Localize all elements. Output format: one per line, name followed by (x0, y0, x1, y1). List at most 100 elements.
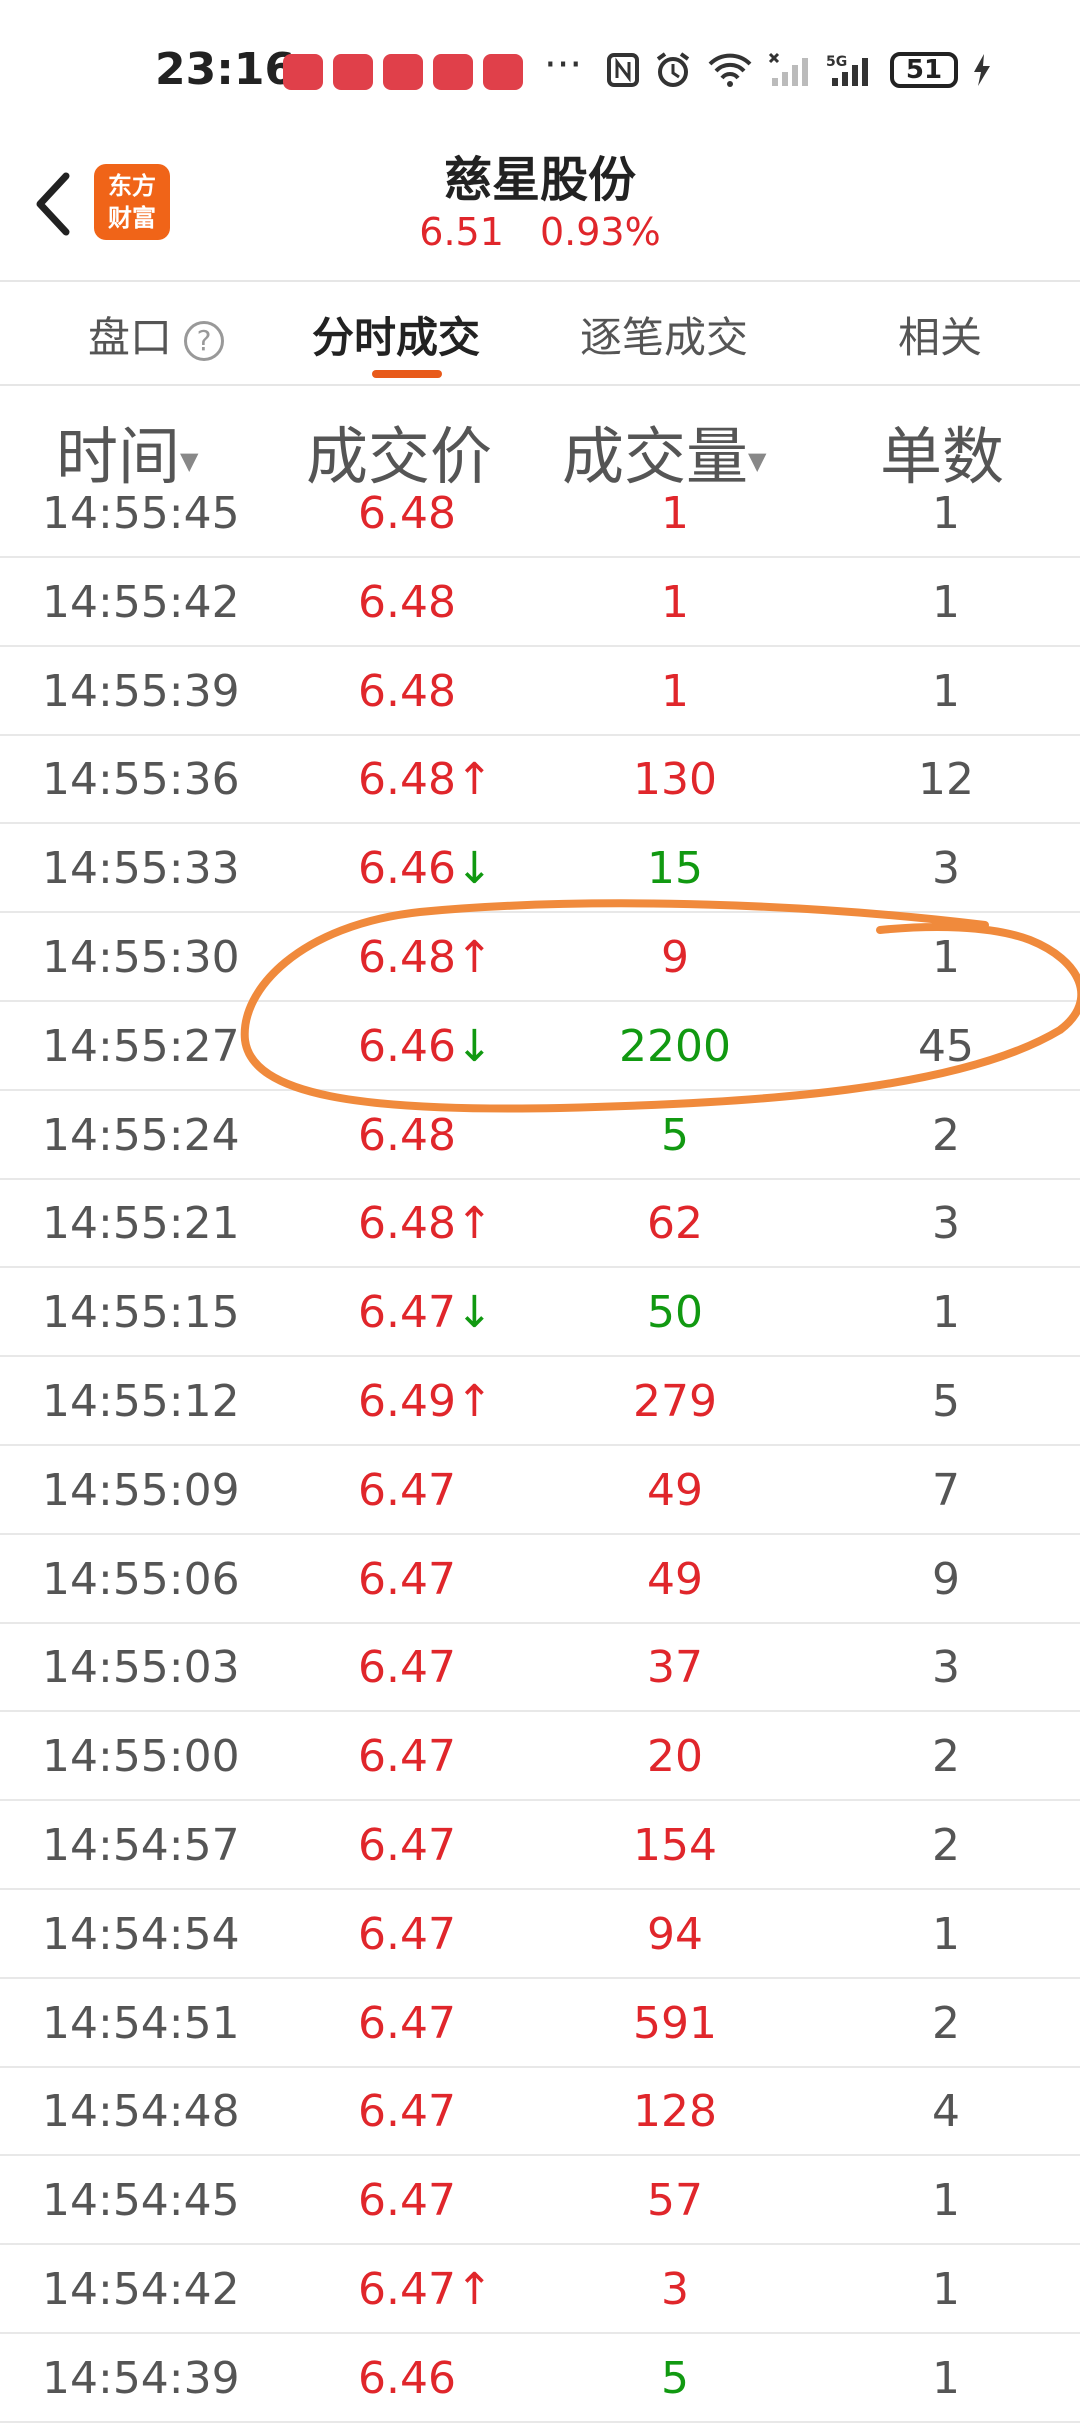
trade-time: 14:55:21 (42, 1198, 240, 1250)
trade-count: 1 (932, 1908, 960, 1960)
notification-app-icon (383, 54, 423, 90)
signal-5g-icon: 5G (826, 50, 876, 90)
more-notifications-icon: ··· (544, 42, 583, 88)
alarm-icon (654, 50, 692, 90)
trade-count: 9 (932, 1553, 960, 1605)
trade-count: 2 (932, 1109, 960, 1161)
notification-app-icon (283, 54, 323, 90)
active-tab-indicator (372, 370, 442, 378)
trade-price-value: 6.48 (358, 1109, 456, 1161)
trade-count: 7 (932, 1464, 960, 1516)
trade-price: 6.47 (358, 1713, 456, 1801)
trade-price: 6.47 (358, 1624, 456, 1712)
trade-time: 14:55:12 (42, 1376, 240, 1427)
trade-volume: 1 (661, 665, 689, 717)
trade-time: 14:55:45 (42, 488, 240, 539)
trade-price-value: 6.47 (358, 1731, 456, 1783)
arrow-up-icon: ↑ (455, 932, 493, 983)
tab-tick-trades[interactable]: 逐笔成交 (580, 304, 748, 365)
trade-price-value: 6.48 (358, 576, 456, 628)
trade-price-value: 6.47 (358, 1820, 456, 1871)
trade-price: 6.48 (358, 648, 456, 736)
trade-time: 14:55:39 (42, 665, 240, 717)
trade-volume: 1 (661, 488, 689, 539)
table-row: 14:55:03 6.47 37 3 (0, 1624, 1080, 1713)
trade-price: 6.47↑ (358, 2246, 493, 2334)
tab-pankou[interactable]: 盘口? (88, 304, 225, 365)
trade-count: 1 (932, 2175, 960, 2227)
trade-count: 12 (918, 754, 974, 806)
notification-app-icon (483, 54, 523, 90)
trade-volume: 49 (647, 1464, 703, 1516)
trade-count: 1 (932, 576, 960, 628)
trade-volume: 279 (633, 1376, 717, 1427)
trade-time: 14:54:48 (42, 2086, 240, 2138)
trade-volume: 2200 (619, 1020, 731, 1072)
trade-price: 6.48↑ (358, 736, 493, 824)
stock-price: 6.51 (419, 210, 504, 254)
table-row: 14:55:42 6.48 1 1 (0, 559, 1080, 647)
trade-price-value: 6.47 (358, 1908, 456, 1960)
trade-count: 1 (932, 665, 960, 717)
trade-price: 6.46↓ (358, 825, 493, 913)
table-row: 14:55:21 6.48↑ 62 3 (0, 1180, 1080, 1269)
table-row: 14:55:39 6.48 1 1 (0, 648, 1080, 736)
table-row: 14:55:45 6.48 1 1 (0, 470, 1080, 558)
charging-icon (972, 50, 992, 90)
arrow-down-icon: ↓ (455, 1020, 493, 1072)
tab-related[interactable]: 相关 (898, 304, 982, 365)
trade-count: 2 (932, 1731, 960, 1783)
trade-time: 14:55:03 (42, 1642, 240, 1694)
trade-volume: 15 (647, 843, 703, 895)
trade-count: 1 (932, 932, 960, 983)
table-row: 14:55:24 6.48 5 2 (0, 1092, 1080, 1180)
help-icon[interactable]: ? (184, 320, 225, 361)
trade-price-value: 6.48 (358, 754, 456, 806)
trade-time: 14:54:39 (42, 2352, 240, 2404)
trade-count: 3 (932, 843, 960, 895)
trade-time: 14:55:33 (42, 843, 240, 895)
stock-change: 0.93% (539, 210, 661, 254)
arrow-up-icon: ↑ (455, 2264, 493, 2315)
table-row: 14:54:57 6.47 154 2 (0, 1802, 1080, 1890)
trade-count: 1 (932, 2352, 960, 2404)
trade-price: 6.48 (358, 1092, 456, 1180)
trade-price-value: 6.48 (358, 488, 456, 539)
status-icons: 5G 51 (606, 50, 992, 90)
stock-header: 东方 财富 慈星股份 6.51 0.93% (0, 140, 1080, 280)
notification-app-icon (333, 54, 373, 90)
signal-weak-icon (768, 50, 812, 90)
svg-text:5G: 5G (826, 54, 847, 70)
trade-volume: 5 (661, 1109, 689, 1161)
tab-time-trades[interactable]: 分时成交 (312, 304, 480, 365)
status-time: 23:16 (155, 44, 296, 95)
trade-price: 6.47 (358, 1447, 456, 1535)
arrow-up-icon: ↑ (455, 1198, 493, 1250)
table-row: 14:55:27 6.46↓ 2200 45 (0, 1003, 1080, 1091)
table-row: 14:54:48 6.47 128 4 (0, 2068, 1080, 2157)
trade-price-value: 6.47 (358, 1642, 456, 1694)
table-row: 14:55:00 6.47 20 2 (0, 1713, 1080, 1802)
trade-count: 45 (918, 1020, 974, 1072)
trade-time: 14:55:06 (42, 1553, 240, 1605)
trade-price-value: 6.47 (358, 1464, 456, 1516)
trade-price: 6.46↓ (358, 1003, 493, 1091)
trade-price: 6.47 (358, 2068, 456, 2156)
trade-price-value: 6.46 (358, 1020, 456, 1072)
trade-count: 3 (932, 1642, 960, 1694)
trade-price-value: 6.46 (358, 843, 456, 895)
trade-price-value: 6.48 (358, 1198, 456, 1250)
trade-time: 14:54:42 (42, 2264, 240, 2315)
status-bar: 23:16 ··· 5G 51 (0, 0, 1080, 140)
trade-time: 14:55:09 (42, 1464, 240, 1516)
trade-volume: 128 (633, 2086, 717, 2138)
trade-volume: 57 (647, 2175, 703, 2227)
stock-name: 慈星股份 (443, 152, 636, 208)
table-row: 14:55:12 6.49↑ 279 5 (0, 1358, 1080, 1446)
trade-time: 14:55:00 (42, 1731, 240, 1783)
trade-time: 14:54:51 (42, 1997, 240, 2049)
trade-time: 14:55:27 (42, 1020, 240, 1072)
trade-price: 6.46 (358, 2335, 456, 2423)
trade-price-value: 6.48 (358, 665, 456, 717)
arrow-up-icon: ↑ (455, 1376, 493, 1427)
